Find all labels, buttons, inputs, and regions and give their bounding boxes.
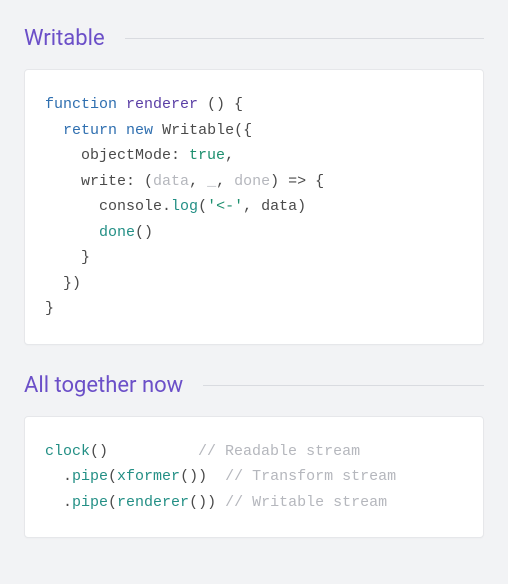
code-block-writable: function renderer () { return new Writab… (24, 69, 484, 345)
code-token: Writable (162, 122, 234, 139)
code-token: function (45, 96, 117, 113)
code-token: xformer (117, 468, 180, 485)
code-token: pipe (72, 468, 108, 485)
page: Writable function renderer () { return n… (0, 0, 508, 584)
code-token: pipe (72, 494, 108, 511)
code-token: () (189, 494, 207, 511)
code-comment: // Readable stream (198, 443, 360, 460)
code-token: ) (297, 198, 306, 215)
code-token: _ (207, 173, 216, 190)
code-pad (108, 443, 198, 460)
code-token: return (63, 122, 117, 139)
code-pad (216, 494, 225, 511)
section-heading-together: All together now (24, 373, 484, 398)
code-token: log (171, 198, 198, 215)
section-heading-writable: Writable (24, 26, 484, 51)
heading-writable: Writable (24, 26, 105, 51)
code-writable: function renderer () { return new Writab… (45, 92, 463, 322)
code-block-together: clock() // Readable stream .pipe(xformer… (24, 416, 484, 539)
code-comment: // Transform stream (225, 468, 396, 485)
code-token: () (90, 443, 108, 460)
code-token: . (162, 198, 171, 215)
code-token: : ( (126, 173, 153, 190)
code-token: , (216, 173, 234, 190)
code-token: renderer (126, 96, 198, 113)
code-token: } (45, 300, 54, 317)
code-comment: // Writable stream (225, 494, 387, 511)
code-pad (207, 468, 225, 485)
code-token: ( (198, 198, 207, 215)
code-token: : (171, 147, 189, 164)
code-token: ({ (234, 122, 252, 139)
code-token: write (81, 173, 126, 190)
code-token: ) => { (270, 173, 324, 190)
code-token: renderer (117, 494, 189, 511)
code-token: console (99, 198, 162, 215)
code-token: , (225, 147, 234, 164)
code-token: ( (108, 468, 117, 485)
code-token: true (189, 147, 225, 164)
code-token: '<-' (207, 198, 243, 215)
code-token: done (234, 173, 270, 190)
code-token: objectMode (81, 147, 171, 164)
code-token: }) (45, 275, 81, 292)
code-token: done (99, 224, 135, 241)
code-token: () { (198, 96, 243, 113)
code-token: ) (207, 494, 216, 511)
code-token: data (153, 173, 189, 190)
code-token: () (180, 468, 198, 485)
code-token: ) (198, 468, 207, 485)
code-token: , (189, 173, 207, 190)
code-token: clock (45, 443, 90, 460)
heading-rule (203, 385, 484, 386)
code-token: . (45, 494, 72, 511)
code-token: , (243, 198, 261, 215)
code-together: clock() // Readable stream .pipe(xformer… (45, 439, 463, 516)
code-token: () (135, 224, 153, 241)
heading-together: All together now (24, 373, 183, 398)
code-token: ( (108, 494, 117, 511)
code-token: . (45, 468, 72, 485)
heading-rule (125, 38, 484, 39)
code-token: } (45, 249, 90, 266)
code-token: new (126, 122, 153, 139)
code-token: data (261, 198, 297, 215)
